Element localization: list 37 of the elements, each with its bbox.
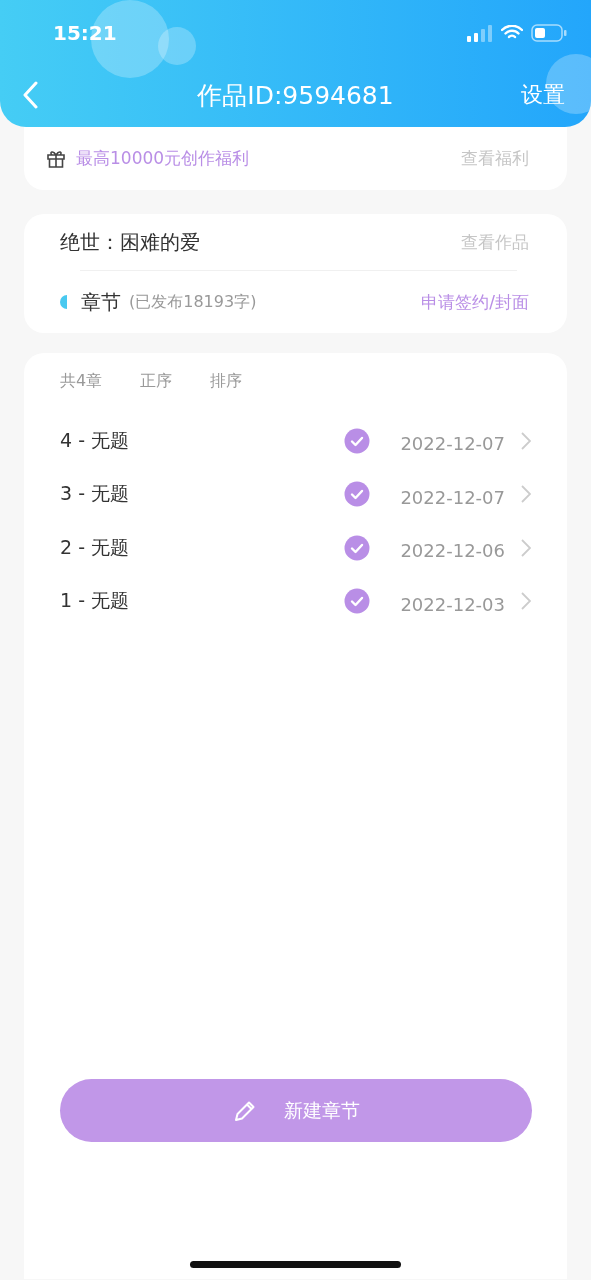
sort-option[interactable]: 排序 bbox=[210, 371, 243, 392]
chevron-right-icon bbox=[521, 431, 531, 450]
chapter-date: 2022-12-07 bbox=[400, 486, 505, 508]
battery-icon bbox=[531, 24, 567, 42]
chapter-row[interactable]: 2 - 无题 2022-12-06 bbox=[60, 521, 531, 575]
chevron-right-icon bbox=[521, 485, 531, 504]
chevron-right-icon bbox=[521, 592, 531, 611]
view-benefits-link[interactable]: 查看福利 bbox=[461, 147, 529, 170]
chapter-title: 4 - 无题 bbox=[60, 427, 131, 453]
settings-button[interactable]: 设置 bbox=[521, 80, 565, 110]
back-button[interactable] bbox=[22, 81, 38, 109]
chapter-row[interactable]: 3 - 无题 2022-12-07 bbox=[60, 467, 531, 521]
chapter-date: 2022-12-06 bbox=[400, 540, 505, 562]
gift-icon bbox=[46, 148, 66, 169]
chapter-row[interactable]: 1 - 无题 2022-12-03 bbox=[60, 574, 531, 628]
word-count: (已发布18193字) bbox=[129, 291, 258, 313]
chapter-title: 1 - 无题 bbox=[60, 588, 131, 614]
page-title: 作品ID:9594681 bbox=[197, 80, 394, 110]
view-work-link[interactable]: 查看作品 bbox=[461, 230, 529, 254]
chapter-date: 2022-12-07 bbox=[400, 433, 505, 455]
promo-text: 最高10000元创作福利 bbox=[76, 147, 251, 170]
work-title: 绝世：困难的爱 bbox=[60, 228, 201, 256]
chapter-row[interactable]: 4 - 无题 2022-12-07 bbox=[60, 414, 531, 468]
section-marker bbox=[60, 295, 67, 309]
back-icon bbox=[22, 81, 38, 109]
apply-contract-link[interactable]: 申请签约/封面 bbox=[421, 290, 529, 314]
wifi-icon bbox=[501, 25, 523, 41]
status-time: 15:21 bbox=[53, 21, 118, 45]
chevron-right-icon bbox=[521, 538, 531, 557]
chapter-date: 2022-12-03 bbox=[400, 593, 505, 615]
signal-icon bbox=[467, 24, 493, 42]
sort-option[interactable]: 正序 bbox=[140, 371, 173, 392]
chapter-count: 共4章 bbox=[60, 371, 103, 392]
section-title: 章节 bbox=[81, 288, 121, 316]
chapter-title: 2 - 无题 bbox=[60, 534, 131, 560]
new-chapter-button[interactable]: 新建章节 bbox=[60, 1079, 532, 1142]
chapter-title: 3 - 无题 bbox=[60, 481, 131, 507]
